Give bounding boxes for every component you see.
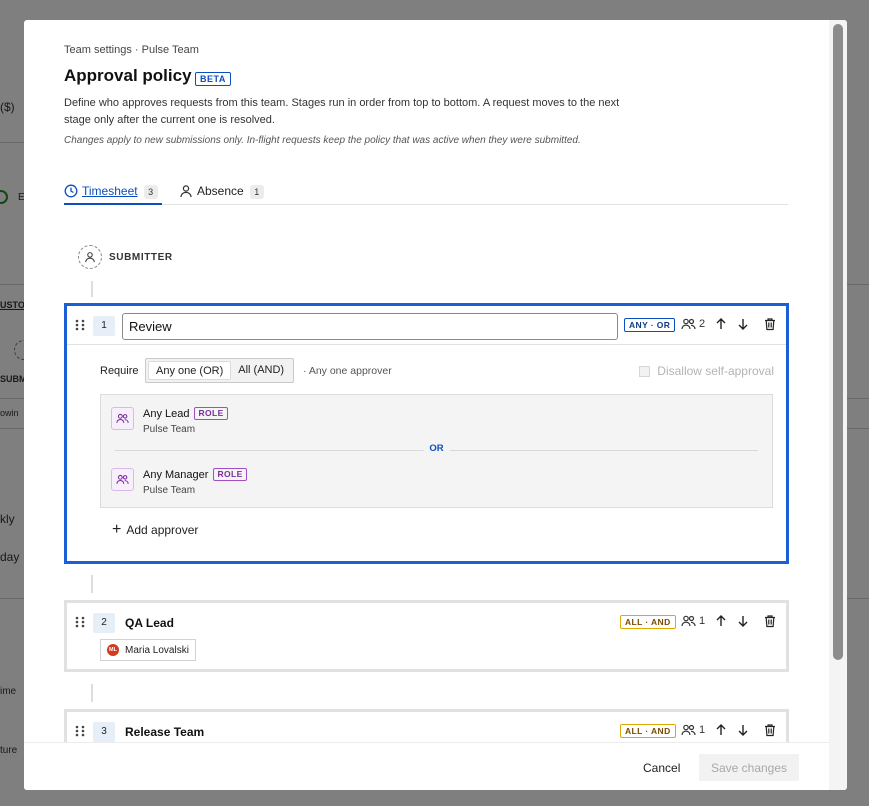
- trash-icon[interactable]: [763, 614, 777, 628]
- stage-body: Require Any one (OR) All (AND) · Any one…: [67, 344, 786, 558]
- move-up-icon[interactable]: [714, 614, 728, 628]
- plus-icon: +: [112, 521, 122, 538]
- approver-name: Any Lead: [143, 407, 190, 420]
- approver-count: 1: [681, 615, 705, 627]
- stage-header: 2 QA Lead ALL · AND 1: [67, 603, 786, 641]
- require-label: Require: [100, 365, 139, 377]
- stage-card[interactable]: 3 Release Team ALL · AND 1: [64, 709, 789, 742]
- stage-mode-badge: ALL · AND: [620, 615, 676, 629]
- stage-name: QA Lead: [125, 616, 174, 630]
- approver-count: 2: [681, 318, 705, 330]
- approver-team: Pulse Team: [143, 485, 196, 496]
- approver-list: Any Lead ROLE Pulse Team OR Any Manager RO…: [100, 394, 773, 508]
- approver-item[interactable]: Any Lead ROLE Pulse Team: [111, 407, 228, 435]
- checkbox-label: Disallow self-approval: [657, 364, 774, 378]
- beta-badge: BETA: [195, 72, 231, 86]
- approver-count-value: 2: [699, 318, 706, 330]
- move-down-icon[interactable]: [736, 614, 750, 628]
- tab-label: Timesheet: [82, 184, 138, 198]
- drag-handle-icon[interactable]: [75, 725, 85, 737]
- people-icon: [681, 318, 696, 330]
- scrollbar-thumb[interactable]: [833, 24, 843, 660]
- role-badge: ROLE: [194, 407, 228, 420]
- person-icon: [180, 185, 192, 198]
- disallow-self-approval-checkbox[interactable]: Disallow self-approval: [639, 364, 774, 378]
- tab-count-badge: 3: [143, 185, 158, 199]
- stage-card[interactable]: 2 QA Lead ALL · AND 1 ML Maria Lovalski: [64, 600, 789, 672]
- stage-number: 1: [93, 316, 115, 336]
- approver-team: Pulse Team: [143, 424, 196, 435]
- breadcrumb: Team settings · Pulse Team: [64, 44, 199, 56]
- modal-footer: Cancel Save changes: [24, 742, 829, 790]
- policy-tabs: Timesheet 3 Absence 1: [64, 184, 788, 205]
- save-changes-button[interactable]: Save changes: [699, 754, 799, 781]
- drag-handle-icon[interactable]: [75, 319, 85, 331]
- add-approver-label: Add approver: [126, 523, 199, 537]
- policy-description: Define who approves requests from this t…: [64, 97, 620, 126]
- tab-timesheet[interactable]: Timesheet 3: [64, 184, 162, 205]
- trash-icon[interactable]: [763, 723, 777, 737]
- approver-person-chip[interactable]: ML Maria Lovalski: [100, 639, 196, 661]
- approver-count: 1: [681, 724, 705, 736]
- require-all-option[interactable]: All (AND): [231, 361, 291, 380]
- scrollbar[interactable]: [829, 20, 847, 790]
- require-any-option[interactable]: Any one (OR): [148, 361, 232, 380]
- stage-connector: [91, 684, 93, 702]
- people-icon: [681, 615, 696, 627]
- avatar: ML: [107, 644, 119, 656]
- drag-handle-icon[interactable]: [75, 616, 85, 628]
- move-down-icon[interactable]: [736, 723, 750, 737]
- stage-connector: [91, 575, 93, 593]
- approver-name: Any Manager: [143, 468, 209, 481]
- page-title: Approval policy: [64, 66, 192, 85]
- people-icon: [681, 724, 696, 736]
- or-label: OR: [423, 443, 450, 454]
- require-mode-toggle: Any one (OR) All (AND): [145, 358, 295, 383]
- role-group-icon: [111, 407, 134, 430]
- move-up-icon[interactable]: [714, 723, 728, 737]
- role-badge: ROLE: [213, 468, 247, 481]
- submitter-label: SUBMITTER: [109, 251, 173, 263]
- stage-number: 3: [93, 722, 115, 742]
- approver-count-value: 1: [699, 615, 706, 627]
- role-group-icon: [111, 468, 134, 491]
- approver-item[interactable]: Any Manager ROLE Pulse Team: [111, 468, 247, 496]
- stage-mode-badge: ANY · OR: [624, 318, 676, 332]
- stage-name-input[interactable]: [122, 313, 618, 340]
- stage-number: 2: [93, 613, 115, 633]
- stage-header: 3 Release Team ALL · AND 1: [67, 712, 786, 742]
- submitter-node: SUBMITTER: [78, 245, 173, 269]
- add-approver-button[interactable]: + Add approver: [112, 521, 199, 538]
- trash-icon[interactable]: [763, 317, 777, 331]
- approver-count-value: 1: [699, 724, 706, 736]
- stage-card: 1 ANY · OR 2 Require Any one (OR) All (A…: [64, 303, 789, 564]
- stage-connector: [91, 281, 93, 297]
- tab-count-badge: 1: [249, 185, 264, 199]
- move-down-icon[interactable]: [736, 317, 750, 331]
- modal-content: Team settings · Pulse Team Approval poli…: [24, 20, 829, 742]
- require-hint: · Any one approver: [303, 365, 392, 377]
- tab-label: Absence: [197, 184, 244, 198]
- submitter-icon: [78, 245, 102, 269]
- stage-mode-badge: ALL · AND: [620, 724, 676, 738]
- move-up-icon[interactable]: [714, 317, 728, 331]
- tab-absence[interactable]: Absence 1: [179, 184, 264, 205]
- person-name: Maria Lovalski: [125, 644, 189, 656]
- approval-policy-modal: Team settings · Pulse Team Approval poli…: [24, 20, 847, 790]
- stage-header: 1 ANY · OR 2: [67, 306, 786, 344]
- policy-note: Changes apply to new submissions only. I…: [64, 135, 581, 146]
- cancel-button[interactable]: Cancel: [643, 761, 680, 775]
- stage-name: Release Team: [125, 725, 205, 739]
- clock-icon: [64, 184, 78, 198]
- checkbox[interactable]: [639, 365, 651, 377]
